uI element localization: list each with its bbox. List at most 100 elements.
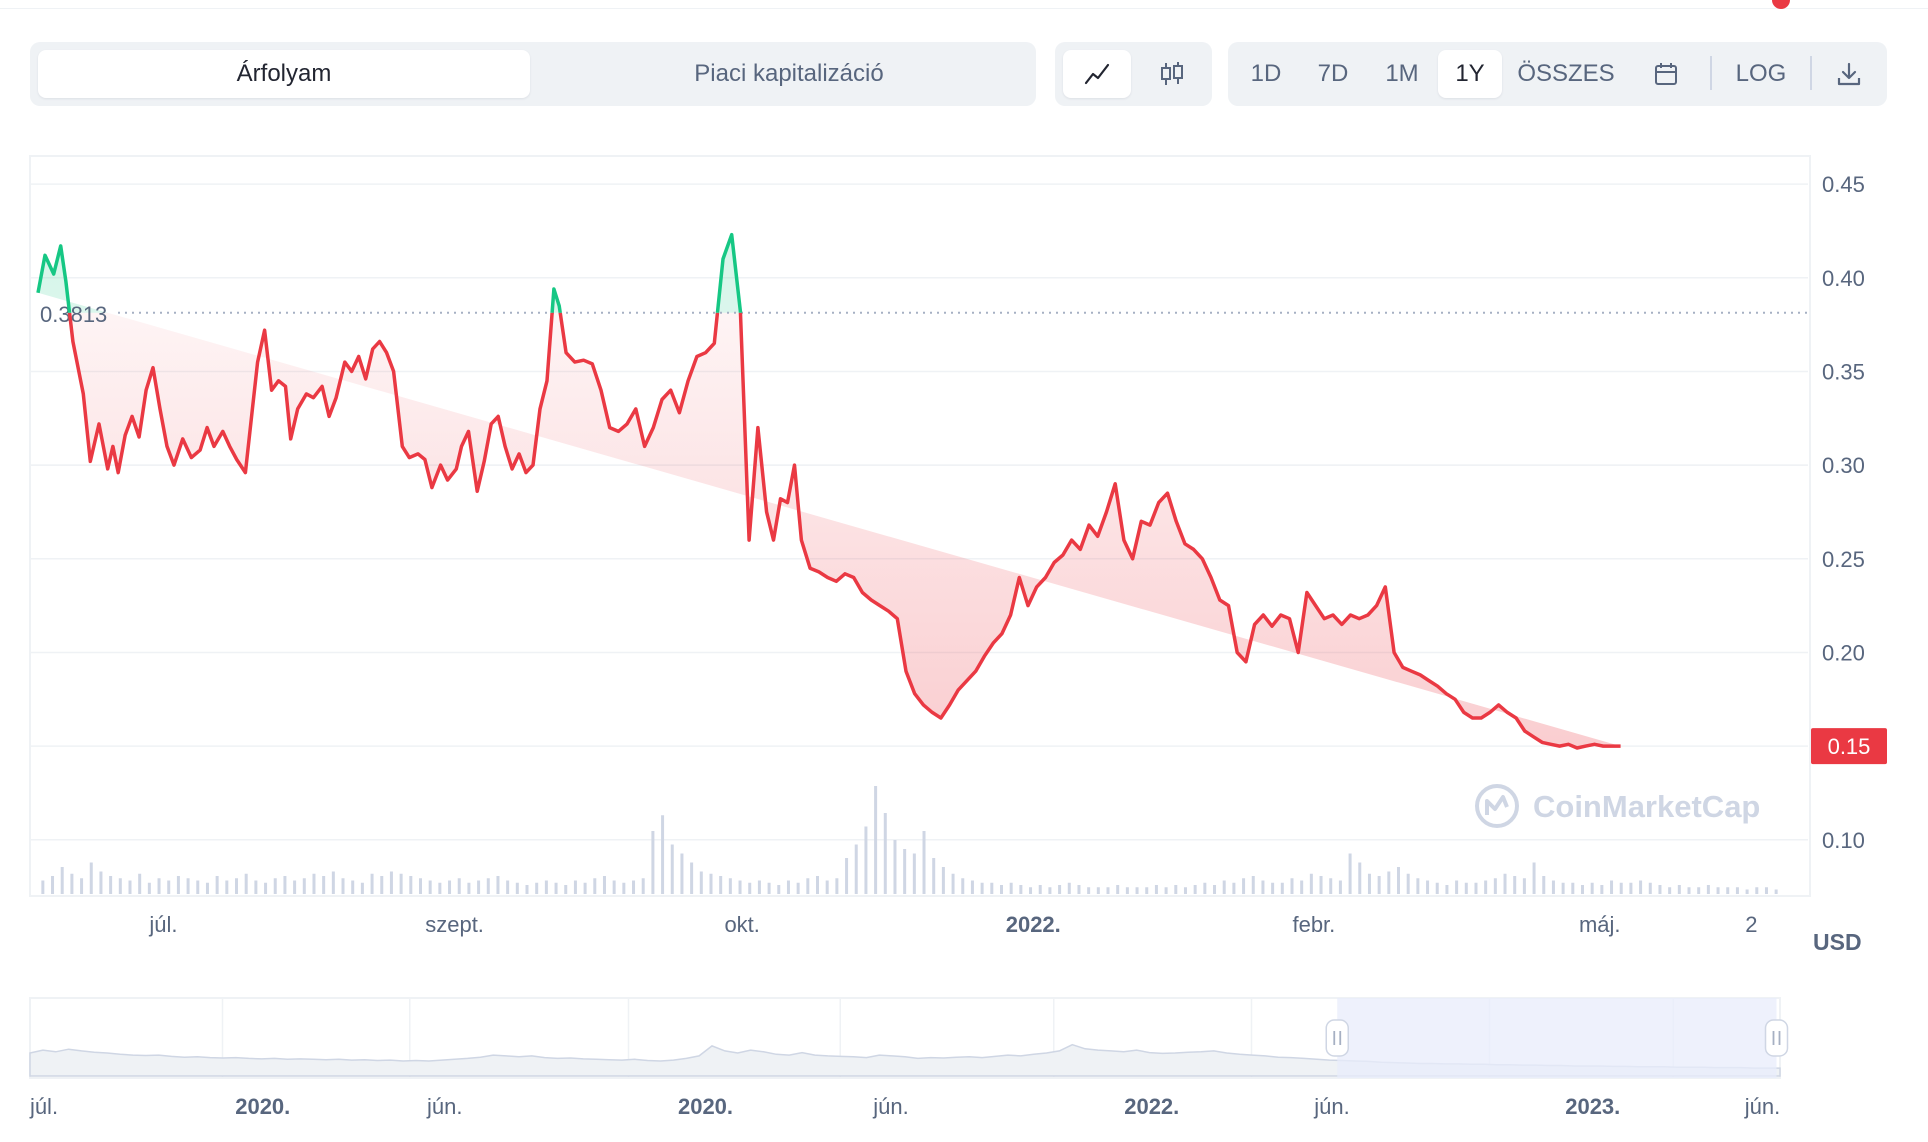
x-axis: júl. szept. okt. 2022. febr. máj. 2	[148, 912, 1757, 937]
volume-bar	[816, 876, 820, 894]
volume-bar	[1551, 880, 1555, 894]
volume-bar	[709, 873, 713, 894]
volume-bar	[1677, 885, 1681, 894]
volume-bar	[1590, 882, 1594, 894]
navigator-selection[interactable]	[1337, 998, 1777, 1078]
volume-bar	[389, 871, 393, 894]
volume-bar	[738, 880, 742, 894]
y-tick-label: 0.30	[1822, 453, 1865, 478]
volume-bar	[89, 862, 93, 894]
volume-bar	[1435, 882, 1439, 894]
navigator-handle[interactable]	[1325, 1019, 1349, 1057]
navigator-x-axis: júl. 2020. jún. 2020. jún. 2022. jún. 2023. jún.	[29, 1094, 1780, 1119]
volume-bar	[1232, 882, 1236, 894]
volume-bar	[912, 853, 916, 894]
volume-bar	[748, 882, 752, 894]
volume-bar	[380, 876, 384, 894]
volume-bar	[980, 882, 984, 894]
plot-area	[29, 155, 1811, 897]
volume-bar	[254, 880, 258, 894]
y-tick-label: 0.40	[1822, 266, 1865, 291]
x-tick-label: júl.	[148, 912, 177, 937]
volume-bar	[1009, 882, 1013, 894]
volume-bar	[1387, 871, 1391, 894]
volume-bar	[1561, 882, 1565, 894]
volume-bar	[1377, 876, 1381, 894]
volume-bar	[796, 882, 800, 894]
volume-bar	[1629, 882, 1633, 894]
volume-bar	[690, 862, 694, 894]
handle-body	[1764, 1019, 1789, 1057]
volume-bar	[360, 882, 364, 894]
volume-bar	[932, 858, 936, 894]
volume-bar	[1484, 880, 1488, 894]
volume-bar	[244, 873, 248, 894]
volume-bar	[661, 815, 665, 894]
volume-bar	[1522, 878, 1526, 894]
x-tick-label: okt.	[724, 912, 759, 937]
volume-bar	[399, 873, 403, 894]
volume-bar	[1706, 885, 1710, 894]
volume-bar	[41, 880, 45, 894]
volume-bar	[196, 880, 200, 894]
volume-bar	[60, 867, 64, 894]
volume-bar	[1116, 885, 1120, 894]
volume-bar	[428, 880, 432, 894]
volume-bar	[147, 882, 151, 894]
volume-bar	[448, 880, 452, 894]
volume-bar	[1658, 885, 1662, 894]
volume-bar	[370, 873, 374, 894]
volume-bar	[922, 831, 926, 894]
volume-bar	[903, 849, 907, 894]
volume-bar	[1532, 862, 1536, 894]
navigator-x-tick-label: jún.	[872, 1094, 908, 1119]
y-tick-label: 0.10	[1822, 828, 1865, 853]
volume-bar	[157, 878, 161, 894]
volume-bar	[1358, 862, 1362, 894]
volume-bar	[293, 880, 297, 894]
x-tick-label: szept.	[425, 912, 484, 937]
volume-bar	[496, 876, 500, 894]
volume-bar	[573, 880, 577, 894]
volume-bar	[1668, 887, 1672, 894]
volume-bar	[215, 876, 219, 894]
volume-bar	[1493, 878, 1497, 894]
volume-bar	[176, 876, 180, 894]
volume-bar	[1077, 885, 1081, 894]
volume-bar	[273, 878, 277, 894]
volume-bar	[525, 885, 529, 894]
volume-bar	[1193, 885, 1197, 894]
volume-bar	[1648, 882, 1652, 894]
navigator-x-tick-label: 2020.	[678, 1094, 733, 1119]
volume-bar	[1096, 887, 1100, 894]
volume-bar	[418, 878, 422, 894]
navigator-x-tick-label: 2022.	[1124, 1094, 1179, 1119]
navigator-x-tick-label: 2020.	[235, 1094, 290, 1119]
navigator-handle[interactable]	[1764, 1019, 1789, 1057]
volume-bar	[1125, 887, 1129, 894]
baseline-label: 0.3813	[40, 302, 107, 327]
volume-bar	[1329, 878, 1333, 894]
volume-bar	[1397, 867, 1401, 894]
volume-bar	[70, 873, 74, 894]
volume-bar	[1029, 887, 1033, 894]
volume-bar	[893, 840, 897, 894]
volume-bar	[235, 878, 239, 894]
volume-bar	[312, 873, 316, 894]
volume-bar	[167, 880, 171, 894]
y-tick-label: 0.20	[1822, 640, 1865, 665]
volume-bar	[786, 880, 790, 894]
volume-bar	[835, 878, 839, 894]
volume-bar	[302, 878, 306, 894]
volume-bar	[583, 882, 587, 894]
volume-bar	[1038, 885, 1042, 894]
volume-bar	[467, 882, 471, 894]
volume-bar	[1203, 882, 1207, 894]
volume-bar	[622, 882, 626, 894]
volume-bar	[1309, 873, 1313, 894]
price-chart: 0.3813 0.45 0.40 0.35 0.30 0.25 0.20 0.10 júl.…	[29, 0, 1887, 1119]
volume-bar	[1338, 880, 1342, 894]
volume-bar	[1474, 882, 1478, 894]
volume-bar	[1048, 887, 1052, 894]
volume-bar	[777, 885, 781, 894]
